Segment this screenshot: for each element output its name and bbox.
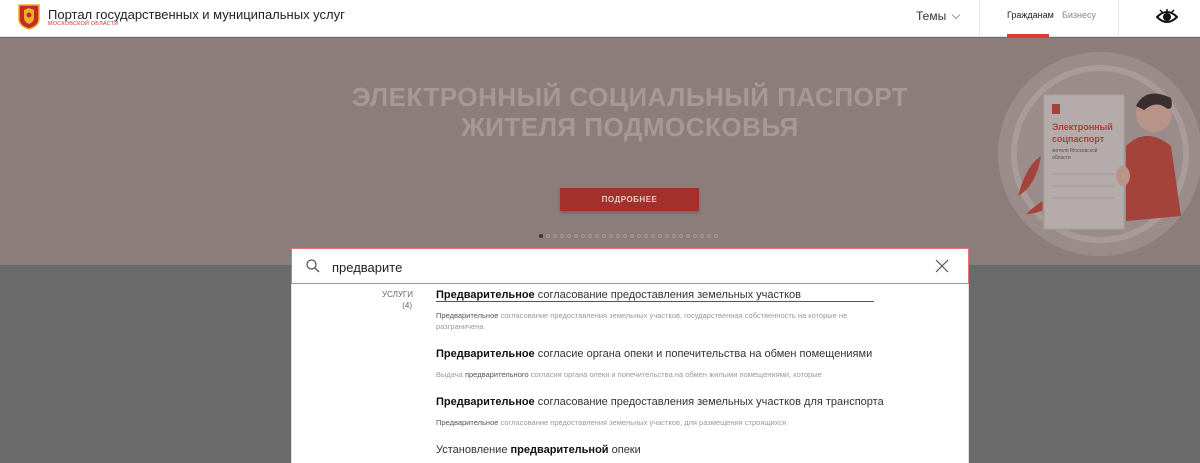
category-count: (4) bbox=[402, 301, 412, 310]
promo-banner: ЭЛЕКТРОННЫЙ СОЦИАЛЬНЫЙ ПАСПОРТ ЖИТЕЛЯ ПО… bbox=[0, 38, 1200, 265]
result-description: Выдача предварительного согласия органа … bbox=[436, 370, 822, 379]
carousel-dot[interactable] bbox=[595, 234, 599, 238]
search-box bbox=[291, 248, 969, 284]
carousel-dot[interactable] bbox=[658, 234, 662, 238]
social-passport-illustration: Электронный соцпаспорт жителя Московской… bbox=[998, 52, 1200, 256]
tab-business[interactable]: Бизнесу bbox=[1062, 10, 1096, 20]
carousel-dot[interactable] bbox=[546, 234, 550, 238]
carousel-dot[interactable] bbox=[686, 234, 690, 238]
carousel-dot[interactable] bbox=[553, 234, 557, 238]
result-title[interactable]: Предварительное согласование предоставле… bbox=[436, 289, 801, 301]
carousel-dot[interactable] bbox=[616, 234, 620, 238]
portal-subtitle: МОСКОВСКОЙ ОБЛАСТИ bbox=[48, 21, 119, 27]
chevron-down-icon bbox=[951, 10, 961, 19]
themes-label: Темы bbox=[916, 9, 947, 23]
themes-menu[interactable]: Темы bbox=[916, 9, 961, 23]
divider bbox=[979, 0, 980, 37]
result-title[interactable]: Установление предварительной опеки bbox=[436, 444, 641, 456]
carousel-dot[interactable] bbox=[651, 234, 655, 238]
result-title[interactable]: Предварительное согласование предоставле… bbox=[436, 396, 884, 408]
carousel-dot[interactable] bbox=[700, 234, 704, 238]
carousel-dot[interactable] bbox=[693, 234, 697, 238]
carousel-dot[interactable] bbox=[588, 234, 592, 238]
carousel-dot[interactable] bbox=[644, 234, 648, 238]
carousel-dot[interactable] bbox=[679, 234, 683, 238]
carousel-dot[interactable] bbox=[539, 234, 543, 238]
carousel-dot[interactable] bbox=[714, 234, 718, 238]
carousel-dot[interactable] bbox=[637, 234, 641, 238]
more-details-button[interactable]: ПОДРОБНЕЕ bbox=[560, 188, 699, 211]
card-sub-2: области bbox=[1052, 155, 1071, 161]
divider bbox=[1118, 0, 1119, 37]
carousel-dot[interactable] bbox=[623, 234, 627, 238]
carousel-dot[interactable] bbox=[707, 234, 711, 238]
carousel-dot[interactable] bbox=[602, 234, 606, 238]
carousel-dot[interactable] bbox=[574, 234, 578, 238]
carousel-dot[interactable] bbox=[560, 234, 564, 238]
carousel-dots bbox=[539, 234, 718, 238]
carousel-dot[interactable] bbox=[665, 234, 669, 238]
card-title-1: Электронный bbox=[1052, 122, 1113, 132]
close-icon[interactable] bbox=[935, 259, 949, 273]
carousel-dot[interactable] bbox=[581, 234, 585, 238]
carousel-dot[interactable] bbox=[672, 234, 676, 238]
header: Портал государственных и муниципальных у… bbox=[0, 0, 1200, 37]
carousel-dot[interactable] bbox=[630, 234, 634, 238]
card-title-2: соцпаспорт bbox=[1052, 134, 1105, 144]
carousel-dot[interactable] bbox=[609, 234, 613, 238]
carousel-dot[interactable] bbox=[567, 234, 571, 238]
card-sub-1: жителя Московской bbox=[1052, 147, 1098, 154]
hover-underline bbox=[436, 301, 874, 302]
result-description: Предварительное согласование предоставле… bbox=[436, 311, 848, 331]
accessibility-eye-icon[interactable] bbox=[1156, 9, 1178, 25]
category-label: УСЛУГИ bbox=[382, 290, 414, 299]
result-title[interactable]: Предварительное согласие органа опеки и … bbox=[436, 348, 872, 360]
result-description: Предварительное согласование предоставле… bbox=[436, 418, 787, 427]
tab-citizens[interactable]: Гражданам bbox=[1007, 10, 1054, 20]
search-suggestions: УСЛУГИ (4) Предварительное согласование … bbox=[291, 284, 969, 463]
search-icon[interactable] bbox=[306, 259, 320, 273]
portal-title[interactable]: Портал государственных и муниципальных у… bbox=[48, 7, 345, 22]
search-input[interactable] bbox=[332, 257, 892, 277]
active-tab-indicator bbox=[1007, 34, 1049, 37]
coat-of-arms-logo[interactable] bbox=[18, 4, 40, 30]
